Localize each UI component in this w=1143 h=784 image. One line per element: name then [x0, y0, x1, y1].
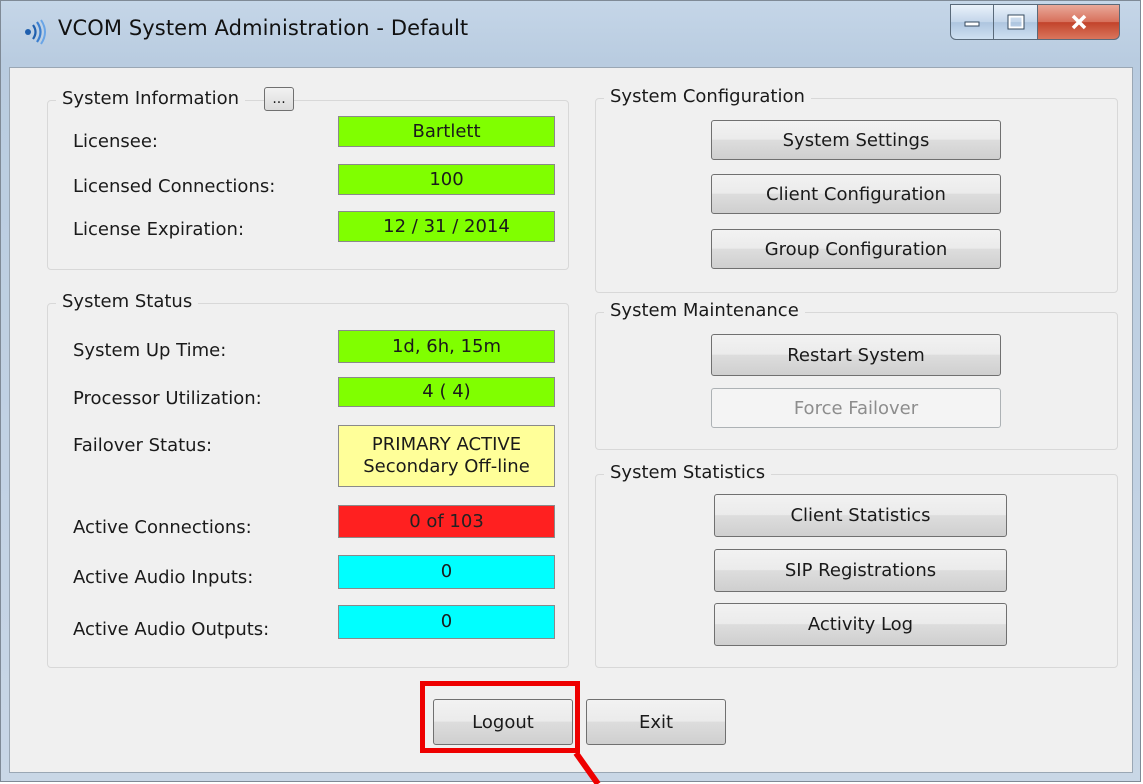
- close-button[interactable]: [1038, 4, 1120, 40]
- failover-status-label: Failover Status:: [73, 435, 213, 456]
- caption-buttons: [950, 4, 1120, 42]
- window-title: VCOM System Administration - Default: [58, 16, 469, 40]
- system-configuration-title: System Configuration: [604, 86, 811, 107]
- client-configuration-button[interactable]: Client Configuration: [711, 174, 1001, 214]
- system-up-time-value: 1d, 6h, 15m: [338, 330, 555, 363]
- minimize-icon: [963, 17, 981, 27]
- license-expiration-label: License Expiration:: [73, 219, 245, 240]
- active-audio-outputs-value: 0: [338, 605, 555, 639]
- logout-highlight-box: [420, 681, 580, 753]
- license-expiration-value: 12 / 31 / 2014: [338, 211, 555, 242]
- maximize-icon: [1007, 14, 1025, 30]
- failover-status-value: PRIMARY ACTIVE Secondary Off-line: [338, 425, 555, 487]
- speaker-icon: [22, 19, 48, 45]
- active-audio-inputs-value: 0: [338, 555, 555, 589]
- system-maintenance-title: System Maintenance: [604, 300, 805, 321]
- licensed-connections-label: Licensed Connections:: [73, 176, 276, 197]
- active-audio-inputs-label: Active Audio Inputs:: [73, 567, 254, 588]
- maximize-button[interactable]: [994, 4, 1038, 40]
- client-statistics-button[interactable]: Client Statistics: [714, 494, 1007, 537]
- title-bar[interactable]: VCOM System Administration - Default: [1, 1, 1140, 67]
- active-audio-outputs-label: Active Audio Outputs:: [73, 619, 270, 640]
- system-settings-button[interactable]: System Settings: [711, 120, 1001, 160]
- processor-utilization-value: 4 ( 4): [338, 377, 555, 407]
- activity-log-button[interactable]: Activity Log: [714, 603, 1007, 646]
- processor-utilization-label: Processor Utilization:: [73, 388, 262, 409]
- system-maintenance-group: System Maintenance: [595, 300, 1118, 450]
- failover-primary-text: PRIMARY ACTIVE: [371, 434, 522, 456]
- licensee-value: Bartlett: [338, 116, 555, 147]
- force-failover-button[interactable]: Force Failover: [711, 388, 1001, 428]
- active-connections-value: 0 of 103: [338, 505, 555, 538]
- system-status-title: System Status: [56, 291, 199, 312]
- group-configuration-button[interactable]: Group Configuration: [711, 229, 1001, 269]
- failover-secondary-text: Secondary Off-line: [363, 456, 530, 477]
- active-connections-label: Active Connections:: [73, 517, 252, 538]
- close-icon: [1069, 13, 1089, 31]
- exit-button[interactable]: Exit: [586, 699, 726, 745]
- system-info-details-button[interactable]: ...: [264, 87, 294, 111]
- sip-registrations-button[interactable]: SIP Registrations: [714, 549, 1007, 592]
- minimize-button[interactable]: [950, 4, 994, 40]
- system-statistics-title: System Statistics: [604, 462, 772, 483]
- licensee-label: Licensee:: [73, 131, 158, 152]
- system-up-time-label: System Up Time:: [73, 340, 227, 361]
- restart-system-button[interactable]: Restart System: [711, 334, 1001, 376]
- system-information-title: System Information: [56, 88, 246, 109]
- licensed-connections-value: 100: [338, 164, 555, 195]
